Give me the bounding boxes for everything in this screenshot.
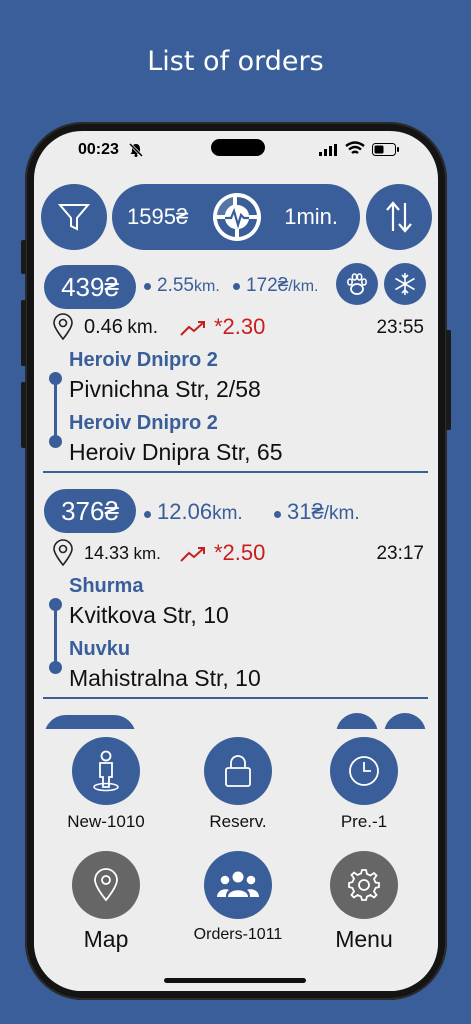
nav-map[interactable]: Map xyxy=(56,851,156,953)
route-end-dot xyxy=(49,661,62,674)
nav-orders[interactable]: Orders-1011 xyxy=(178,851,298,944)
clock-icon xyxy=(349,756,379,786)
route-line xyxy=(54,378,57,442)
battery-icon xyxy=(372,143,399,156)
order-divider xyxy=(43,697,428,699)
order-divider xyxy=(43,471,428,473)
order-distance: 2.55km. xyxy=(144,275,220,297)
pickup-street: Pivnichna Str, 2/58 xyxy=(69,376,261,402)
pickup-distance: 14.33 km. xyxy=(84,543,161,563)
volume-down-button xyxy=(21,382,26,448)
app-screen: 00:23 1595₴ 1min. 439₴ 2.55km. 172₴/km. … xyxy=(34,131,438,991)
nav-map-circle[interactable] xyxy=(72,851,140,919)
bell-muted-icon xyxy=(128,142,144,158)
route-start-dot xyxy=(49,372,62,385)
summary-eta: 1min. xyxy=(284,204,338,229)
nav-pre-circle[interactable] xyxy=(330,737,398,805)
home-indicator[interactable] xyxy=(164,978,306,983)
app-logo-icon xyxy=(213,193,261,241)
dynamic-island xyxy=(211,139,265,156)
nav-reserved-circle[interactable] xyxy=(204,737,272,805)
order-card[interactable]: 376₴ 12.06km. 31₴/km. 14.33 km. *2.50 23… xyxy=(34,487,438,699)
nav-orders-label: Orders-1011 xyxy=(193,926,283,943)
trending-up-icon xyxy=(180,321,205,336)
route-end-dot xyxy=(49,435,62,448)
paw-icon xyxy=(347,273,367,295)
order-time: 23:17 xyxy=(376,543,424,564)
signal-icon xyxy=(319,144,337,156)
nav-pre-label: Pre.-1 xyxy=(340,812,388,831)
dropoff-street: Mahistralna Str, 10 xyxy=(69,665,261,691)
dropoff-city: Nuvku xyxy=(69,638,131,660)
pickup-city: Heroiv Dnipro 2 xyxy=(69,349,218,371)
order-price: 376₴ xyxy=(44,489,136,533)
nav-reserved[interactable]: Reserv. xyxy=(188,737,288,832)
order-rate: 172₴/km. xyxy=(233,275,319,297)
trending-up-icon xyxy=(180,547,205,562)
sort-button[interactable] xyxy=(366,184,432,250)
power-button xyxy=(446,330,451,430)
nav-new-circle[interactable] xyxy=(72,737,140,805)
route-line xyxy=(54,604,57,668)
sort-arrows-icon xyxy=(386,201,412,233)
pickup-city: Shurma xyxy=(69,575,144,597)
nav-menu-label: Menu xyxy=(335,926,393,952)
nav-menu-circle[interactable] xyxy=(330,851,398,919)
map-pin-icon xyxy=(94,868,118,902)
surge-multiplier: *2.30 xyxy=(214,314,266,339)
dropoff-city: Heroiv Dnipro 2 xyxy=(69,412,218,434)
group-users-icon xyxy=(217,871,259,897)
filter-button[interactable] xyxy=(41,184,107,250)
status-bar: 00:23 xyxy=(34,131,438,171)
dropoff-street: Heroiv Dnipra Str, 65 xyxy=(69,439,283,465)
location-pin-icon xyxy=(53,539,73,567)
bottom-nav: New-1010 Reserv. Pre.-1 Map Orders-1011 … xyxy=(34,729,438,991)
route-start-dot xyxy=(49,598,62,611)
order-card[interactable]: 439₴ 2.55km. 172₴/km. 0.46 km. *2.30 23:… xyxy=(34,261,438,473)
snowflake-icon xyxy=(395,273,415,295)
status-time: 00:23 xyxy=(78,141,119,158)
filter-icon xyxy=(57,204,91,231)
location-pin-icon xyxy=(53,313,73,341)
mute-switch xyxy=(21,240,26,274)
summary-amount: 1595₴ xyxy=(127,204,189,229)
nav-map-label: Map xyxy=(83,926,129,952)
lock-icon xyxy=(225,755,251,787)
nav-orders-circle[interactable] xyxy=(204,851,272,919)
gear-icon xyxy=(348,869,380,901)
nav-new-label: New-1010 xyxy=(67,812,145,831)
summary-pill[interactable]: 1595₴ 1min. xyxy=(112,184,360,250)
person-standing-icon xyxy=(93,750,119,792)
pet-feature-button[interactable] xyxy=(336,263,378,305)
nav-new-orders[interactable]: New-1010 xyxy=(56,737,156,832)
nav-reserved-label: Reserv. xyxy=(209,812,267,831)
pickup-street: Kvitkova Str, 10 xyxy=(69,602,229,628)
surge-multiplier: *2.50 xyxy=(214,540,266,565)
pickup-distance: 0.46 km. xyxy=(84,316,158,338)
order-price: 439₴ xyxy=(44,265,136,309)
nav-preorders[interactable]: Pre.-1 xyxy=(314,737,414,832)
order-distance: 12.06km. xyxy=(144,499,243,525)
order-rate: 31₴/km. xyxy=(274,499,360,525)
wifi-icon xyxy=(345,141,365,154)
nav-menu[interactable]: Menu xyxy=(314,851,414,953)
top-bar: 1595₴ 1min. xyxy=(34,183,438,253)
ac-feature-button[interactable] xyxy=(384,263,426,305)
order-time: 23:55 xyxy=(376,317,424,338)
page-title: List of orders xyxy=(147,46,324,77)
volume-up-button xyxy=(21,300,26,366)
